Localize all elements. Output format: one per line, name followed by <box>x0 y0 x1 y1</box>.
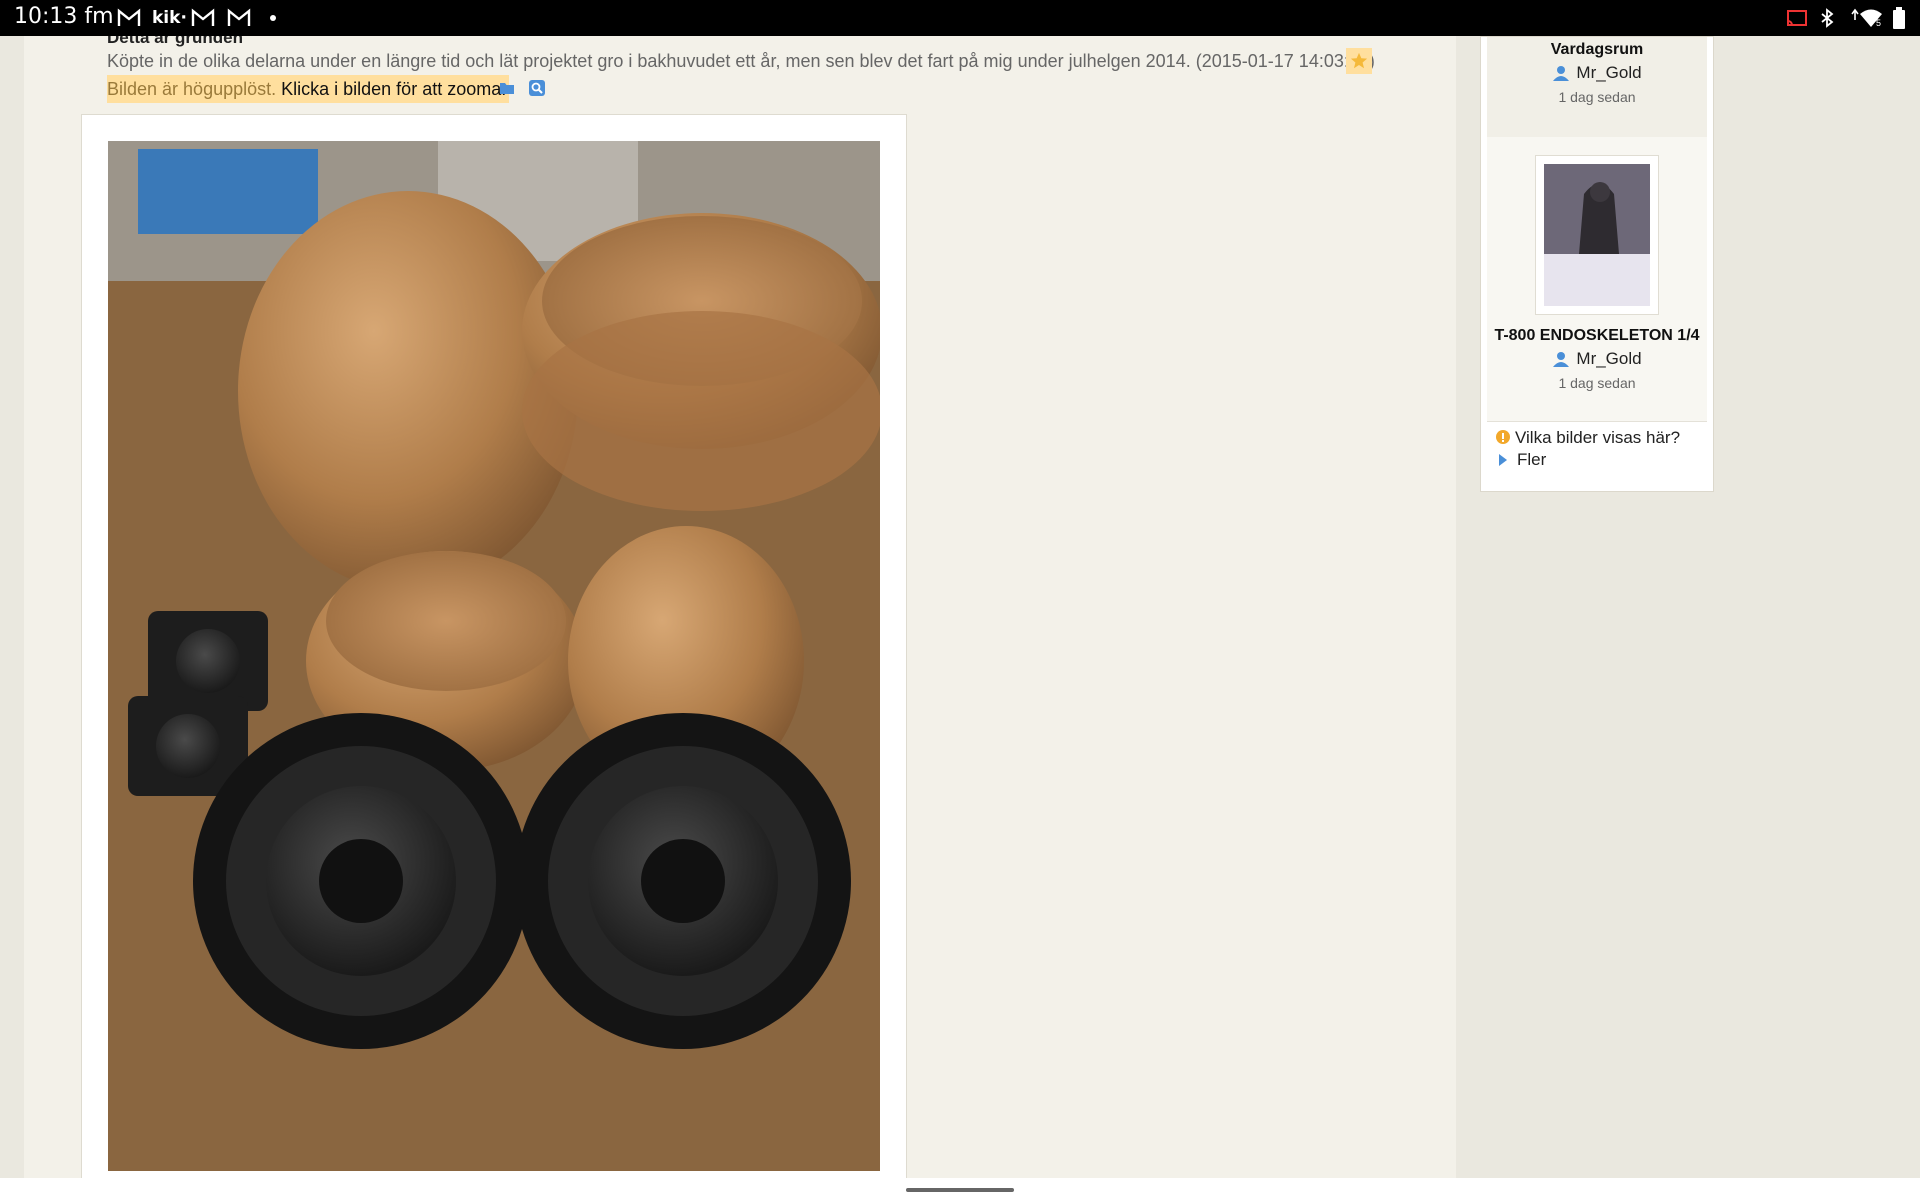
info-link-text[interactable]: Vilka bilder visas här? <box>1515 428 1680 448</box>
folder-icon[interactable] <box>496 77 518 99</box>
gmail-icon <box>190 6 216 30</box>
description-text: Köpte in de olika delarna under en längr… <box>107 51 1191 71</box>
more-link-text[interactable]: Fler <box>1517 450 1546 470</box>
photo-card <box>81 114 907 1178</box>
more-link[interactable]: Fler <box>1495 449 1680 471</box>
sidebar-item-t800[interactable]: T-800 ENDOSKELETON 1/4 Mr_Gold 1 dag sed… <box>1487 137 1707 422</box>
status-bar: 10:13 fm kik· 5 <box>0 0 1920 36</box>
sidebar-item-vardagsrum[interactable]: Vardagsrum Mr_Gold 1 dag sedan <box>1487 37 1707 137</box>
hires-notice-text: Bilden är högupplöst. <box>107 78 277 99</box>
info-bubble-icon <box>1496 430 1510 444</box>
main-column: Detta är grunden Köpte in de olika delar… <box>24 36 1456 1178</box>
sidebar-thumbnail[interactable] <box>1535 155 1659 315</box>
hires-notice: Bilden är högupplöst. Klicka i bilden fö… <box>107 75 509 103</box>
user-icon <box>1553 66 1570 81</box>
page: Detta är grunden Köpte in de olika delar… <box>0 36 1920 1178</box>
sidebar-item-time: 1 dag sedan <box>1558 375 1636 391</box>
bluetooth-icon <box>1820 6 1834 30</box>
wifi-icon: 5 <box>1848 6 1882 30</box>
battery-icon <box>1892 6 1906 30</box>
sidebar-item-title[interactable]: T-800 ENDOSKELETON 1/4 <box>1487 327 1707 345</box>
user-icon <box>1553 352 1570 367</box>
sidebar-item-user[interactable]: Mr_Gold <box>1487 349 1707 369</box>
sidebar-item-username[interactable]: Mr_Gold <box>1576 63 1641 83</box>
wifi-badge: 5 <box>1876 18 1882 28</box>
star-icon <box>1350 52 1368 69</box>
more-notifications-dot <box>270 15 276 21</box>
sidebar-item-title[interactable]: Vardagsrum <box>1487 41 1707 59</box>
zoom-hint: Klicka i bilden för att zooma. <box>281 78 507 99</box>
arrow-right-icon <box>1499 454 1507 466</box>
info-link[interactable]: Vilka bilder visas här? <box>1495 427 1680 449</box>
sidebar-recent-images: Vardagsrum Mr_Gold 1 dag sedan T-800 END <box>1480 36 1714 492</box>
sidebar-item-username[interactable]: Mr_Gold <box>1576 349 1641 369</box>
thumbnail-image <box>1544 164 1650 306</box>
status-time: 10:13 fm <box>14 4 114 29</box>
kik-icon: kik· <box>152 8 187 28</box>
favorite-star-button[interactable] <box>1346 48 1372 74</box>
post-title: Detta är grunden <box>107 36 244 47</box>
home-gesture-handle[interactable] <box>906 1188 1014 1192</box>
gmail-icon <box>116 6 142 30</box>
cast-icon <box>1786 6 1808 30</box>
gmail-icon <box>226 6 252 30</box>
sidebar-links: Vilka bilder visas här? Fler <box>1495 427 1680 471</box>
zoom-icon[interactable] <box>526 77 548 99</box>
post-description: Köpte in de olika delarna under en längr… <box>107 51 1375 72</box>
main-photo[interactable] <box>108 141 880 1171</box>
sidebar-item-user[interactable]: Mr_Gold <box>1487 63 1707 83</box>
navigation-bar <box>0 1178 1920 1200</box>
sidebar-item-time: 1 dag sedan <box>1558 89 1636 105</box>
